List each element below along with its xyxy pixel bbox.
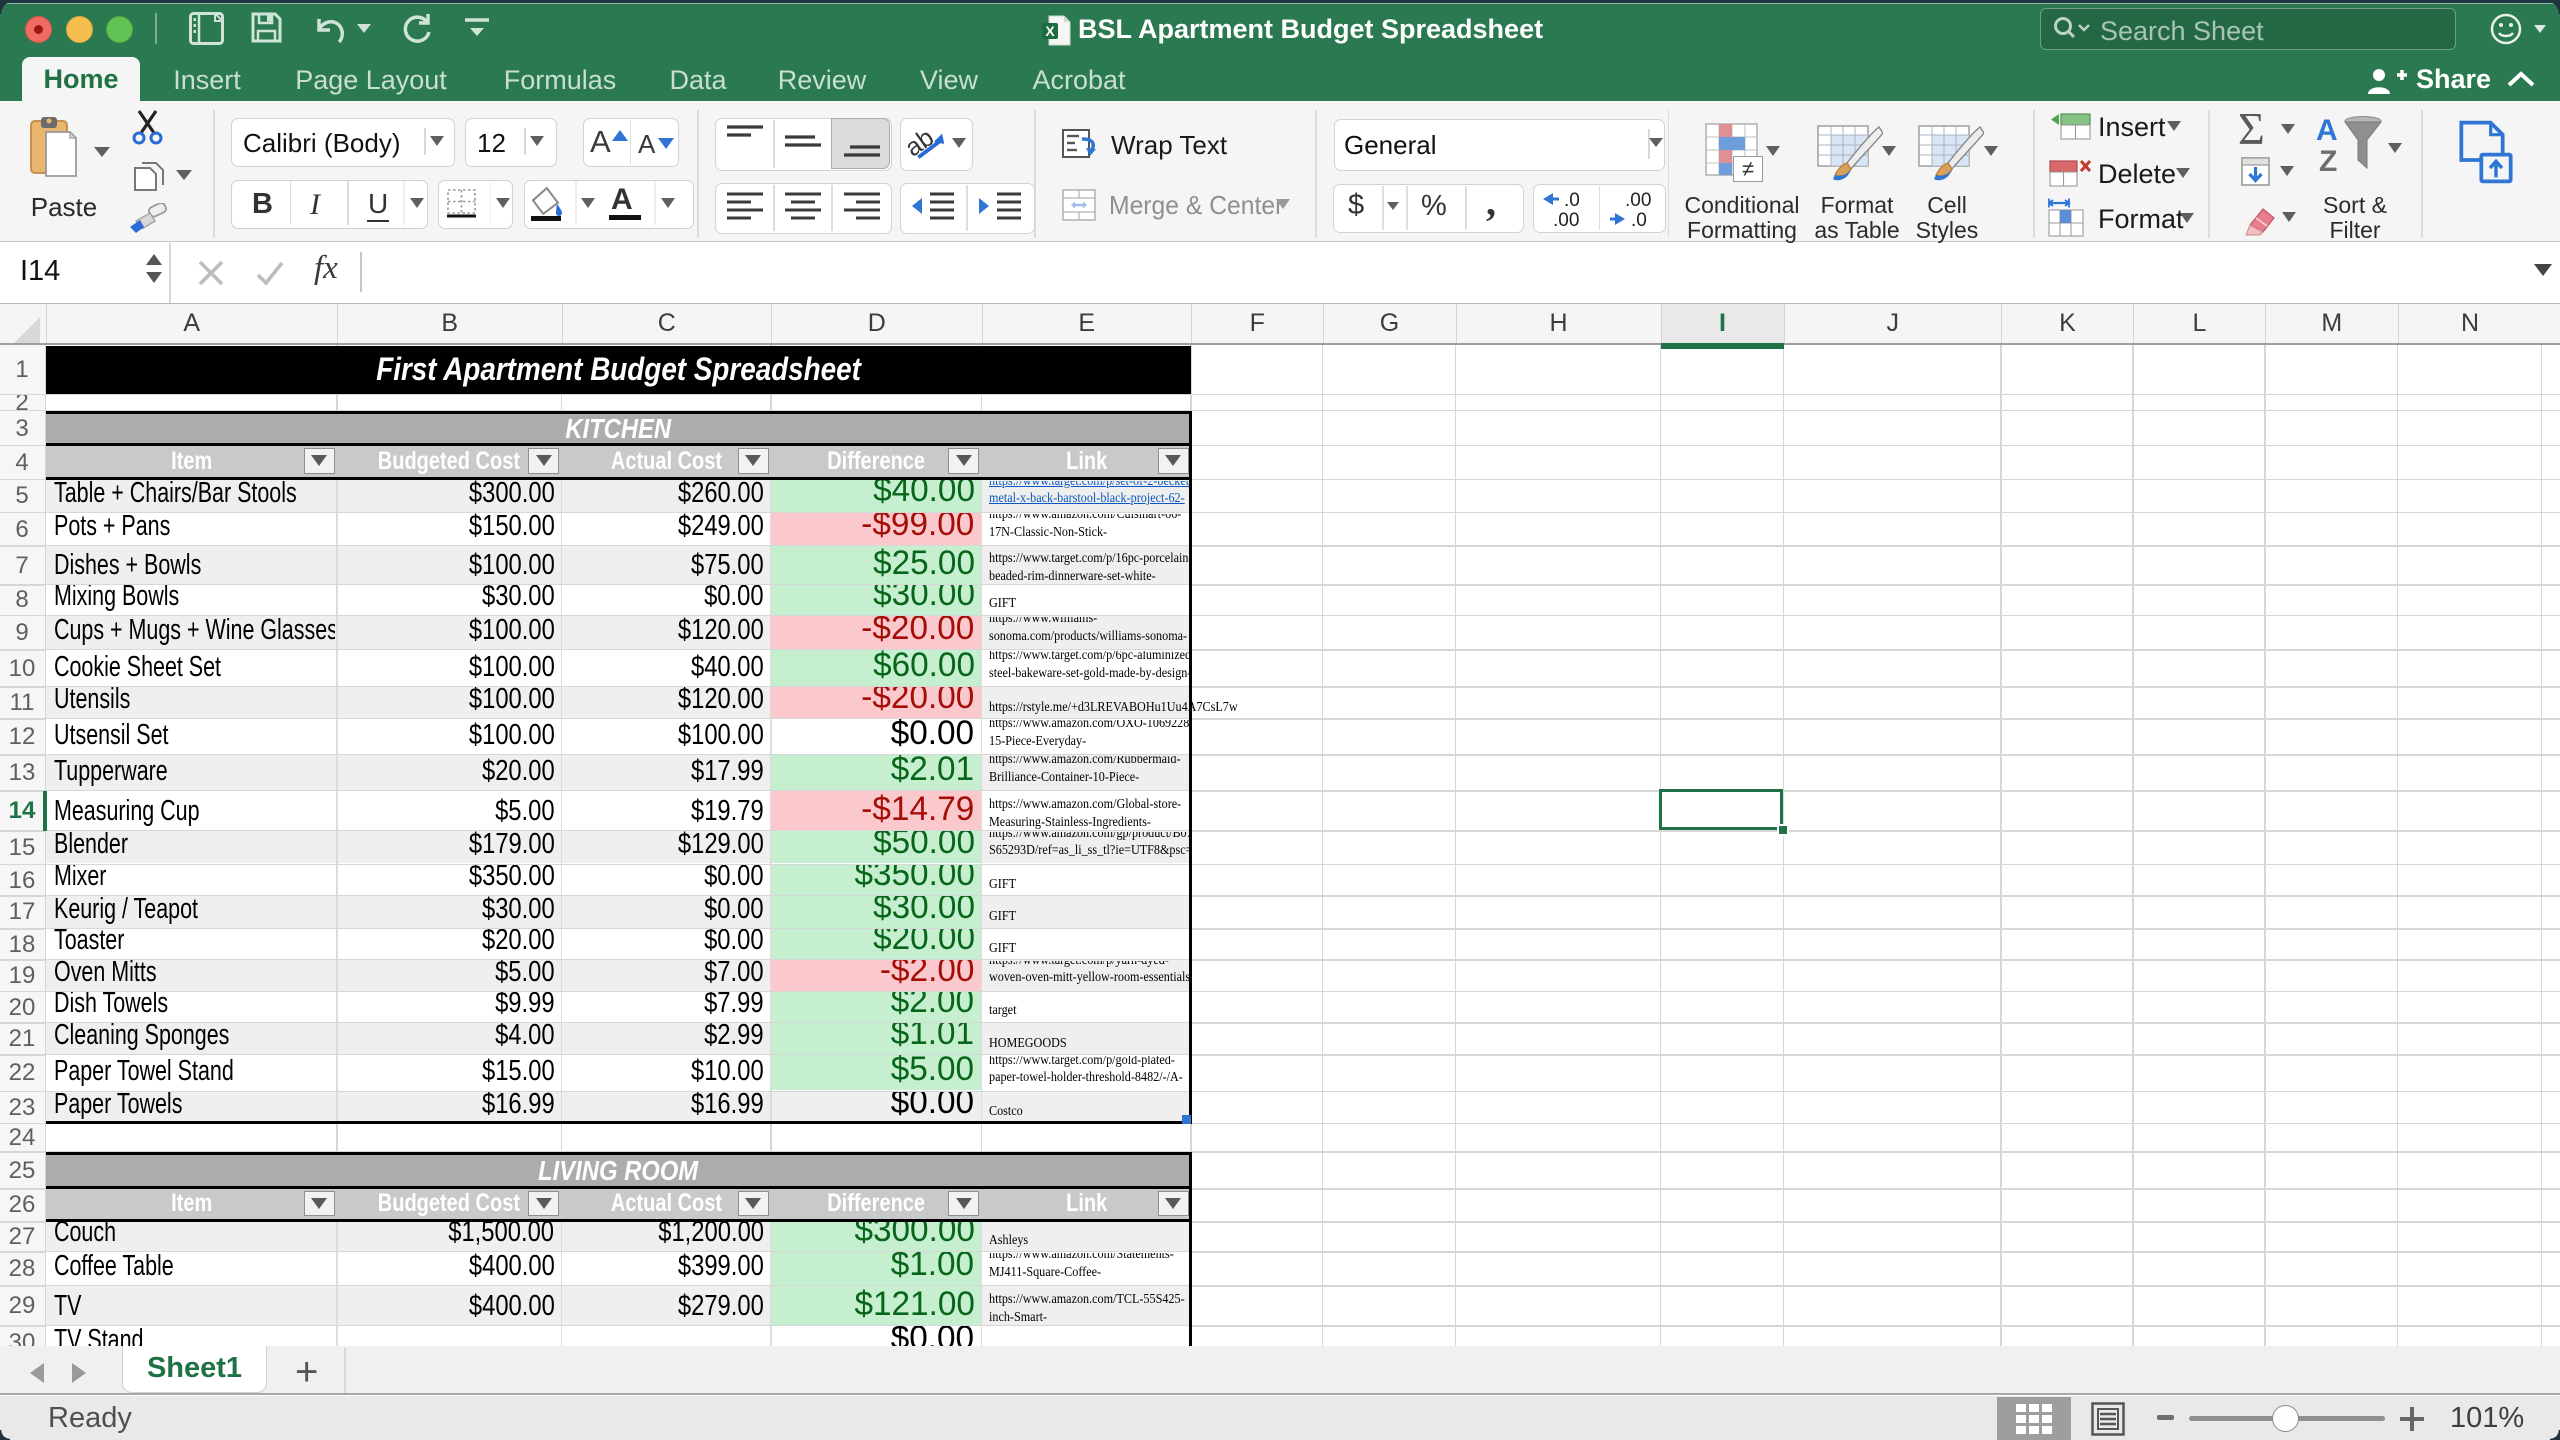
svg-text:.0: .0	[1564, 190, 1580, 211]
svg-text:X: X	[1045, 23, 1055, 39]
svg-text:.00: .00	[1553, 210, 1579, 228]
